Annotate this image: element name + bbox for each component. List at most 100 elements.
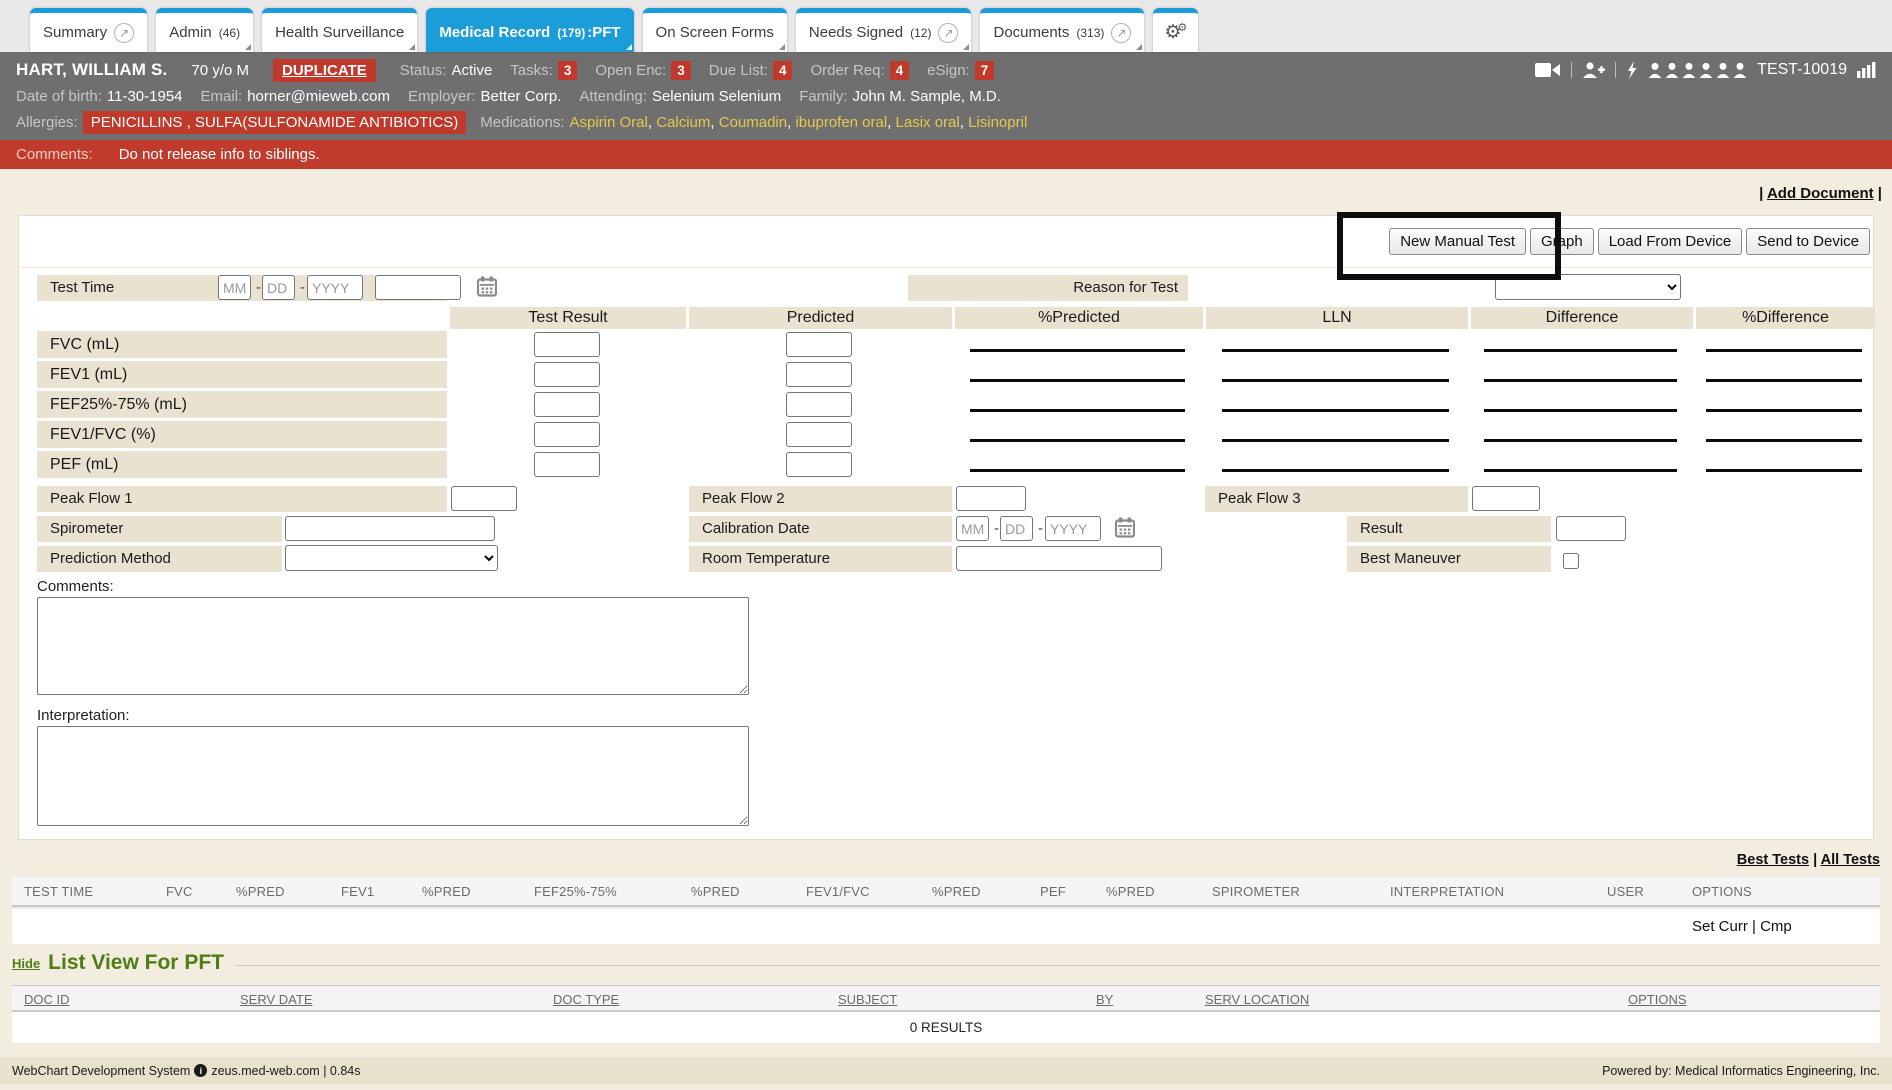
room-temperature-input[interactable] — [956, 546, 1162, 571]
peak-flow-2-input[interactable] — [956, 486, 1026, 511]
pef-test-result-input[interactable] — [534, 452, 600, 477]
info-icon[interactable]: i — [194, 1064, 207, 1077]
popout-icon[interactable]: ↗ — [114, 23, 134, 43]
tab-documents[interactable]: Documents (313) ↗ — [980, 8, 1144, 52]
rh-pred-3: %PRED — [691, 877, 740, 907]
tab-admin[interactable]: Admin (46) — [156, 8, 253, 52]
fef-predicted-input[interactable] — [786, 392, 852, 417]
lv-serv-date[interactable]: SERV DATE — [240, 986, 312, 1013]
tab-on-screen-forms[interactable]: On Screen Forms — [643, 8, 787, 52]
rh-options: OPTIONS — [1692, 877, 1752, 907]
lightning-icon[interactable] — [1626, 61, 1638, 79]
tab-summary[interactable]: Summary ↗ — [30, 8, 147, 52]
pft-content: | Add Document | New Manual Test Graph L… — [0, 169, 1892, 1090]
tab-fold-icon — [245, 44, 251, 50]
spirometer-input[interactable] — [285, 516, 495, 541]
reason-for-test-select[interactable] — [1495, 274, 1681, 300]
lv-subject[interactable]: SUBJECT — [838, 986, 897, 1013]
medications-list[interactable]: Aspirin Oral, Calcium, Coumadin, ibuprof… — [570, 114, 1028, 131]
hide-list-view-link[interactable]: Hide — [12, 956, 40, 971]
prediction-method-select[interactable] — [285, 545, 498, 571]
result-input[interactable] — [1556, 516, 1626, 541]
pef-lln-line — [1203, 451, 1468, 480]
set-curr-link[interactable]: Set Curr — [1692, 918, 1748, 935]
load-from-device-button[interactable]: Load From Device — [1598, 228, 1743, 255]
fvc-test-result-input[interactable] — [534, 332, 600, 357]
test-time-time-input[interactable] — [375, 275, 461, 300]
rh-fvc: FVC — [166, 877, 193, 907]
order-req-count-badge[interactable]: 4 — [890, 61, 910, 80]
person-icon — [1648, 62, 1662, 78]
tab-settings-gear[interactable]: ⚙⚙ — [1153, 8, 1198, 52]
best-tests-link[interactable]: Best Tests — [1737, 852, 1809, 868]
fev1-test-result-input[interactable] — [534, 362, 600, 387]
popout-icon[interactable]: ↗ — [938, 23, 958, 43]
form-comments-textarea[interactable] — [37, 597, 749, 695]
duplicate-badge[interactable]: DUPLICATE — [273, 59, 376, 82]
fev1-fvc-difference-line — [1468, 421, 1693, 450]
test-time-month-input[interactable] — [218, 275, 251, 300]
col-test-result: Test Result — [447, 307, 686, 329]
esign-count-badge[interactable]: 7 — [975, 61, 995, 80]
open-enc-count-badge[interactable]: 3 — [671, 61, 691, 80]
fvc-predicted-input[interactable] — [786, 332, 852, 357]
row-options: Set Curr | Cmp — [1692, 909, 1792, 944]
lv-doc-type[interactable]: DOC TYPE — [553, 986, 619, 1013]
tab-fold-icon — [1136, 44, 1142, 50]
graph-button[interactable]: Graph — [1530, 228, 1594, 255]
video-camera-icon[interactable] — [1535, 62, 1561, 78]
fev1-fvc-test-result-input[interactable] — [534, 422, 600, 447]
row-label-pef: PEF (mL) — [37, 451, 447, 478]
calibration-month-input[interactable] — [956, 516, 989, 541]
fef-test-result-input[interactable] — [534, 392, 600, 417]
cmp-link[interactable]: Cmp — [1760, 918, 1792, 935]
results-view-links: Best Tests | All Tests — [1737, 852, 1880, 868]
results-table-header: TEST TIME FVC %PRED FEV1 %PRED FEF25%-75… — [12, 877, 1880, 907]
lv-serv-location[interactable]: SERV LOCATION — [1205, 986, 1309, 1013]
pipe: | — [1748, 918, 1760, 935]
bar-chart-icon[interactable] — [1857, 62, 1876, 78]
lv-doc-id[interactable]: DOC ID — [24, 986, 70, 1013]
calendar-icon[interactable] — [1115, 517, 1135, 538]
peak-flow-1-input[interactable] — [451, 486, 517, 511]
patient-group-icons[interactable] — [1648, 62, 1747, 78]
employer-label: Employer: — [408, 88, 476, 105]
due-list-count-badge[interactable]: 4 — [773, 61, 793, 80]
fev1-fvc-predicted-input[interactable] — [786, 422, 852, 447]
add-document-link[interactable]: Add Document — [1767, 185, 1874, 202]
add-document-row: | Add Document | — [1759, 185, 1882, 202]
fev1-predicted-input[interactable] — [786, 362, 852, 387]
tab-needs-signed[interactable]: Needs Signed (12) ↗ — [796, 8, 972, 52]
email-value: horner@mieweb.com — [247, 88, 390, 105]
calibration-day-input[interactable] — [1000, 516, 1033, 541]
test-time-year-input[interactable] — [307, 275, 363, 300]
tab-medical-record[interactable]: Medical Record (179) :PFT — [426, 8, 633, 52]
allergies-badge[interactable]: PENICILLINS , SULFA(SULFONAMIDE ANTIBIOT… — [83, 111, 467, 134]
add-user-icon[interactable] — [1582, 62, 1605, 78]
popout-icon[interactable]: ↗ — [1111, 23, 1131, 43]
all-tests-link[interactable]: All Tests — [1821, 852, 1880, 868]
interpretation-textarea[interactable] — [37, 726, 749, 826]
lv-by[interactable]: BY — [1096, 986, 1113, 1013]
new-manual-test-button[interactable]: New Manual Test — [1389, 228, 1526, 255]
allergies-label: Allergies: — [16, 114, 78, 131]
tasks-count-badge[interactable]: 3 — [558, 61, 578, 80]
spirometer-label: Spirometer — [37, 516, 282, 542]
pef-difference-line — [1468, 451, 1693, 480]
lv-options[interactable]: OPTIONS — [1628, 986, 1687, 1013]
send-to-device-button[interactable]: Send to Device — [1746, 228, 1870, 255]
person-icon — [1699, 62, 1713, 78]
calendar-icon[interactable] — [477, 276, 497, 297]
pef-predicted-input[interactable] — [786, 452, 852, 477]
peak-flow-3-input[interactable] — [1472, 486, 1540, 511]
order-req-label: Order Req: — [810, 62, 884, 79]
status-value: Active — [451, 62, 492, 79]
calibration-year-input[interactable] — [1045, 516, 1101, 541]
test-time-day-input[interactable] — [262, 275, 295, 300]
tab-label: Medical Record — [439, 24, 550, 41]
row-label-fef: FEF25%-75% (mL) — [37, 391, 447, 418]
tab-health-surveillance[interactable]: Health Surveillance — [262, 8, 417, 52]
results-current-row: Set Curr | Cmp — [12, 909, 1880, 944]
tasks-label: Tasks: — [510, 62, 553, 79]
best-maneuver-checkbox[interactable] — [1563, 553, 1579, 569]
